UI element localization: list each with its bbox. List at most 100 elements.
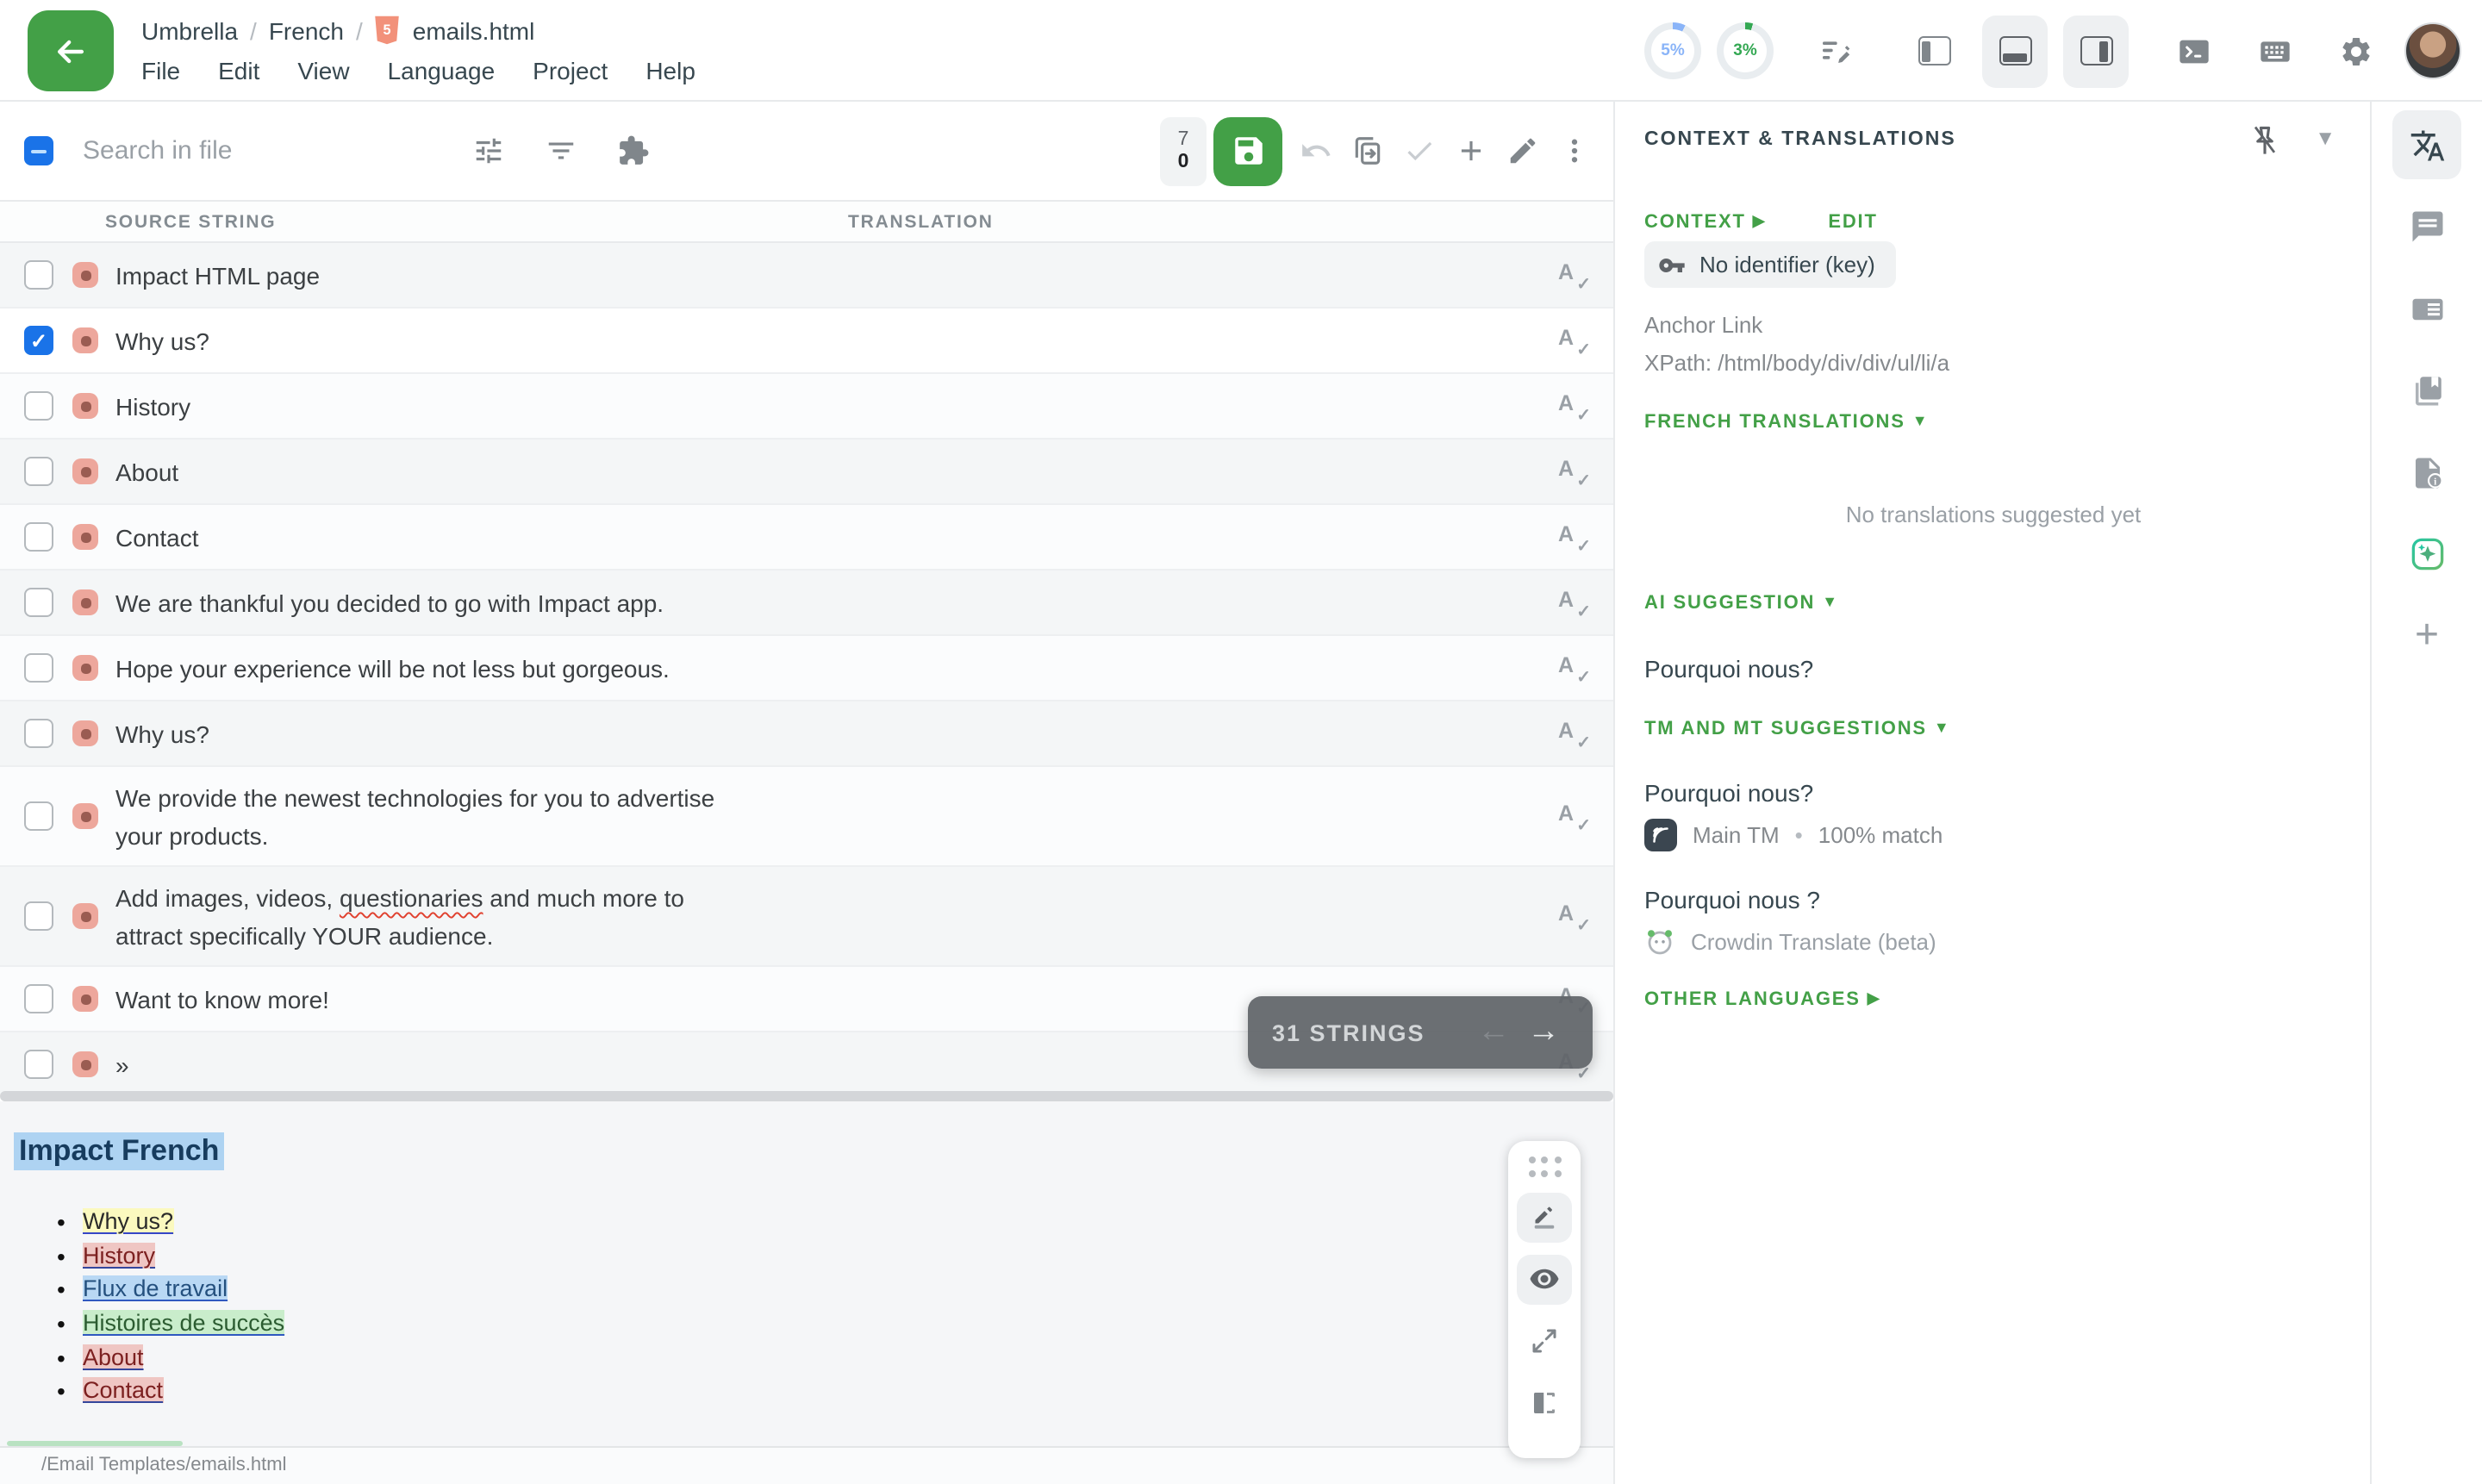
breadcrumb-language[interactable]: French xyxy=(269,16,344,44)
approval-progress-ring[interactable]: 3% xyxy=(1717,22,1774,79)
expand-preview-button[interactable] xyxy=(1517,1317,1572,1367)
edit-string-button[interactable] xyxy=(1496,125,1548,177)
row-checkbox[interactable] xyxy=(24,984,53,1013)
row-checkbox[interactable] xyxy=(24,260,53,290)
row-checkbox[interactable] xyxy=(24,391,53,421)
menu-item-view[interactable]: View xyxy=(297,57,349,84)
translate-string-icon[interactable]: A✓ xyxy=(1558,652,1589,683)
shortcuts-button[interactable] xyxy=(2242,15,2308,87)
mt-suggestion-text[interactable]: Pourquoi nous ? xyxy=(1644,886,1820,913)
preview-link[interactable]: History xyxy=(83,1242,155,1268)
preview-link[interactable]: Histoires de succès xyxy=(83,1310,284,1336)
row-checkbox[interactable] xyxy=(24,588,53,617)
section-ai-suggestion[interactable]: AI SUGGESTION▼ xyxy=(1644,593,1839,614)
row-checkbox[interactable] xyxy=(24,901,53,931)
menu-item-edit[interactable]: Edit xyxy=(218,57,259,84)
row-checkbox[interactable] xyxy=(24,801,53,831)
string-row[interactable]: ContactA✓ xyxy=(0,505,1613,571)
translate-string-icon[interactable]: A✓ xyxy=(1558,801,1589,832)
add-string-button[interactable] xyxy=(1444,125,1496,177)
string-row[interactable]: We are thankful you decided to go with I… xyxy=(0,571,1613,636)
translation-progress-ring[interactable]: 5% xyxy=(1644,22,1701,79)
rail-add-panel-button[interactable]: + xyxy=(2392,602,2461,670)
plugins-button[interactable] xyxy=(607,125,658,177)
row-checkbox[interactable]: ✓ xyxy=(24,326,53,355)
tab-context[interactable]: CONTEXT▶ xyxy=(1644,212,1766,233)
more-options-button[interactable] xyxy=(1548,125,1600,177)
search-input[interactable] xyxy=(83,136,410,165)
translate-string-icon[interactable]: A✓ xyxy=(1558,521,1589,552)
undo-button[interactable] xyxy=(1289,125,1341,177)
menu-item-help[interactable]: Help xyxy=(645,57,695,84)
row-checkbox[interactable] xyxy=(24,719,53,748)
preview-resize-handle[interactable] xyxy=(0,1091,1613,1101)
translate-string-icon[interactable]: A✓ xyxy=(1558,718,1589,749)
toggle-left-panel-button[interactable] xyxy=(1901,15,1967,87)
preview-visibility-button[interactable] xyxy=(1517,1254,1572,1304)
next-page-arrow[interactable]: → xyxy=(1519,1013,1568,1051)
string-row[interactable]: AboutA✓ xyxy=(0,440,1613,505)
menu-item-file[interactable]: File xyxy=(141,57,180,84)
string-row[interactable]: Add images, videos, questionaries and mu… xyxy=(0,867,1613,967)
pin-panel-button[interactable] xyxy=(2246,122,2284,160)
translate-string-icon[interactable]: A✓ xyxy=(1558,390,1589,421)
console-button[interactable] xyxy=(2161,15,2227,87)
preview-link[interactable]: Why us? xyxy=(83,1208,173,1234)
string-row[interactable]: Why us?A✓ xyxy=(0,701,1613,767)
rail-terms-button[interactable] xyxy=(2392,274,2461,343)
translate-string-icon[interactable]: A✓ xyxy=(1558,259,1589,290)
menu-item-project[interactable]: Project xyxy=(533,57,608,84)
previous-page-arrow[interactable]: ← xyxy=(1469,1013,1519,1051)
select-all-checkbox[interactable] xyxy=(24,136,53,165)
rail-translations-button[interactable] xyxy=(2392,110,2461,179)
back-button[interactable] xyxy=(28,10,114,91)
row-checkbox[interactable] xyxy=(24,457,53,486)
words-counter: 7 0 xyxy=(1160,116,1207,185)
approve-button[interactable] xyxy=(1393,125,1444,177)
row-checkbox[interactable] xyxy=(24,653,53,683)
identifier-key-chip[interactable]: No identifier (key) xyxy=(1644,241,1896,288)
breadcrumb-file[interactable]: emails.html xyxy=(413,16,535,44)
settings-button[interactable] xyxy=(2323,15,2389,87)
string-row[interactable]: HistoryA✓ xyxy=(0,374,1613,440)
string-row[interactable]: We provide the newest technologies for y… xyxy=(0,767,1613,867)
tm-suggestion-text[interactable]: Pourquoi nous? xyxy=(1644,779,1813,807)
translate-string-icon[interactable]: A✓ xyxy=(1558,325,1589,356)
row-checkbox[interactable] xyxy=(24,1050,53,1079)
section-tm-mt-suggestions[interactable]: TM AND MT SUGGESTIONS▼ xyxy=(1644,719,1951,739)
advanced-filter-button[interactable] xyxy=(462,125,514,177)
string-row[interactable]: Impact HTML pageA✓ xyxy=(0,243,1613,309)
save-button[interactable] xyxy=(1213,116,1282,185)
split-view-button[interactable] xyxy=(1517,1379,1572,1429)
drag-handle-icon[interactable] xyxy=(1528,1157,1561,1176)
preview-link[interactable]: About xyxy=(83,1344,144,1370)
collapse-panel-chevron[interactable]: ▼ xyxy=(2315,126,2335,150)
tab-edit[interactable]: EDIT xyxy=(1828,212,1877,233)
translate-string-icon[interactable]: A✓ xyxy=(1558,587,1589,618)
toggle-right-panel-button[interactable] xyxy=(2063,15,2129,87)
edit-list-button[interactable] xyxy=(1803,15,1868,87)
rail-dictionary-button[interactable] xyxy=(2392,356,2461,425)
section-french-translations[interactable]: FRENCH TRANSLATIONS▼ xyxy=(1644,412,1929,433)
rail-file-info-button[interactable]: i xyxy=(2392,438,2461,507)
rail-ai-button[interactable] xyxy=(2392,520,2461,589)
highlight-translations-button[interactable] xyxy=(1517,1192,1572,1242)
preview-link[interactable]: Flux de travail xyxy=(83,1276,228,1302)
copy-source-button[interactable] xyxy=(1341,125,1393,177)
string-row[interactable]: Hope your experience will be not less bu… xyxy=(0,636,1613,701)
preview-link[interactable]: Contact xyxy=(83,1378,163,1404)
breadcrumb-project[interactable]: Umbrella xyxy=(141,16,238,44)
translate-string-icon[interactable]: A✓ xyxy=(1558,901,1589,932)
string-row[interactable]: ✓Why us?A✓ xyxy=(0,309,1613,374)
tm-source-label: Main TM xyxy=(1693,822,1780,848)
ai-suggestion-text[interactable]: Pourquoi nous? xyxy=(1644,655,1813,683)
row-checkbox[interactable] xyxy=(24,522,53,552)
menu-item-language[interactable]: Language xyxy=(388,57,496,84)
string-list: Impact HTML pageA✓✓Why us?A✓HistoryA✓Abo… xyxy=(0,243,1613,1094)
rail-comments-button[interactable] xyxy=(2392,192,2461,261)
section-other-languages[interactable]: OTHER LANGUAGES▶ xyxy=(1644,989,1880,1010)
filter-button[interactable] xyxy=(534,125,586,177)
translate-string-icon[interactable]: A✓ xyxy=(1558,456,1589,487)
avatar[interactable] xyxy=(2404,22,2461,79)
toggle-bottom-panel-button[interactable] xyxy=(1982,15,2048,87)
